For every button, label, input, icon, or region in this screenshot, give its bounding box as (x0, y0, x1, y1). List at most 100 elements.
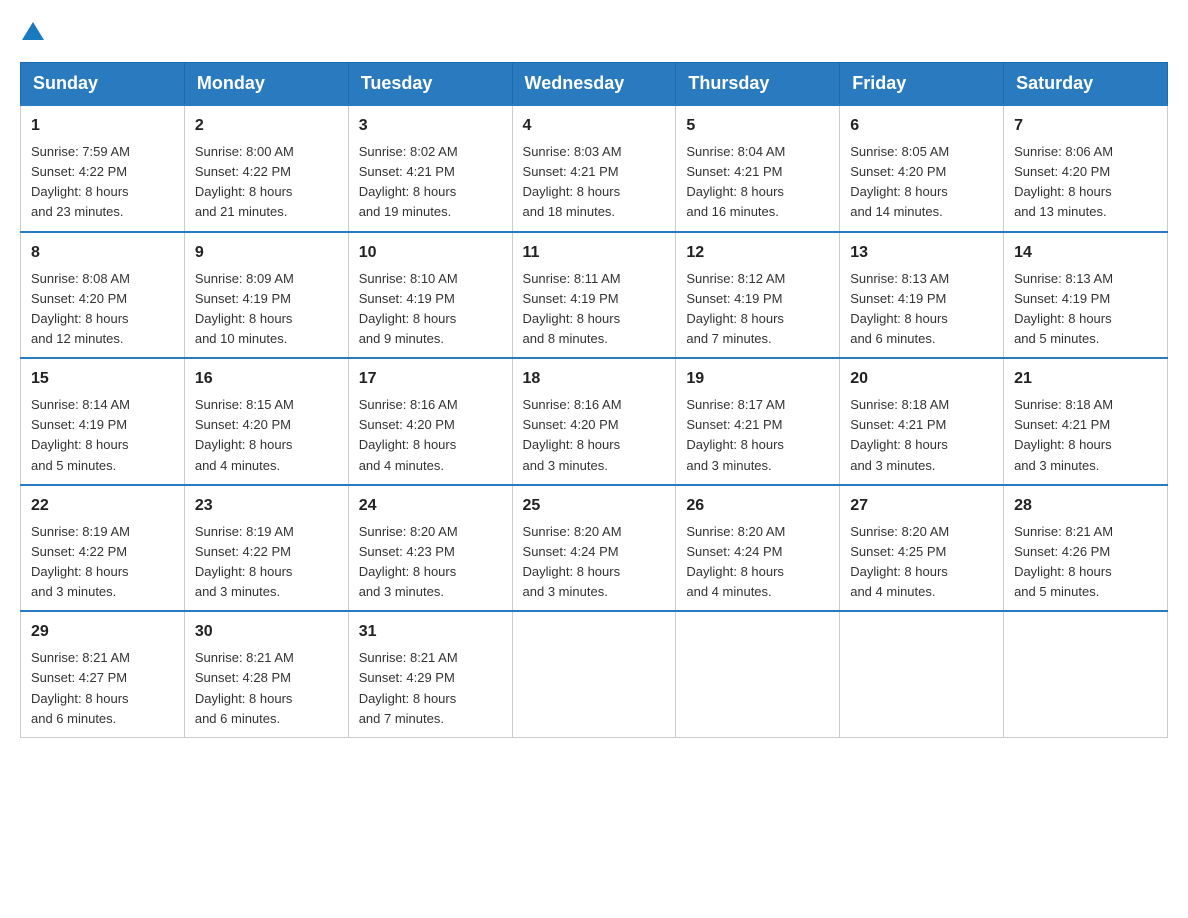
empty-cell (512, 611, 676, 737)
day-info: Sunrise: 8:11 AMSunset: 4:19 PMDaylight:… (523, 269, 666, 350)
day-number: 24 (359, 494, 502, 518)
day-cell-2: 2 Sunrise: 8:00 AMSunset: 4:22 PMDaylight… (184, 105, 348, 232)
day-info: Sunrise: 8:02 AMSunset: 4:21 PMDaylight:… (359, 142, 502, 223)
day-info: Sunrise: 8:18 AMSunset: 4:21 PMDaylight:… (850, 395, 993, 476)
day-number: 1 (31, 114, 174, 138)
day-info: Sunrise: 7:59 AMSunset: 4:22 PMDaylight:… (31, 142, 174, 223)
day-info: Sunrise: 8:21 AMSunset: 4:28 PMDaylight:… (195, 648, 338, 729)
calendar-table: SundayMondayTuesdayWednesdayThursdayFrid… (20, 62, 1168, 738)
page-header (20, 20, 1168, 42)
day-info: Sunrise: 8:17 AMSunset: 4:21 PMDaylight:… (686, 395, 829, 476)
day-number: 30 (195, 620, 338, 644)
day-info: Sunrise: 8:16 AMSunset: 4:20 PMDaylight:… (359, 395, 502, 476)
day-number: 9 (195, 241, 338, 265)
day-number: 7 (1014, 114, 1157, 138)
day-cell-23: 23 Sunrise: 8:19 AMSunset: 4:22 PMDayligh… (184, 485, 348, 612)
day-info: Sunrise: 8:21 AMSunset: 4:26 PMDaylight:… (1014, 522, 1157, 603)
day-info: Sunrise: 8:05 AMSunset: 4:20 PMDaylight:… (850, 142, 993, 223)
day-number: 27 (850, 494, 993, 518)
day-cell-4: 4 Sunrise: 8:03 AMSunset: 4:21 PMDaylight… (512, 105, 676, 232)
day-cell-25: 25Sunrise: 8:20 AMSunset: 4:24 PMDayligh… (512, 485, 676, 612)
day-number: 2 (195, 114, 338, 138)
day-info: Sunrise: 8:00 AMSunset: 4:22 PMDaylight:… (195, 142, 338, 223)
day-number: 14 (1014, 241, 1157, 265)
week-row-5: 29 Sunrise: 8:21 AMSunset: 4:27 PMDayligh… (21, 611, 1168, 737)
day-info: Sunrise: 8:15 AMSunset: 4:20 PMDaylight:… (195, 395, 338, 476)
week-row-4: 22Sunrise: 8:19 AMSunset: 4:22 PMDayligh… (21, 485, 1168, 612)
day-cell-15: 15 Sunrise: 8:14 AMSunset: 4:19 PMDayligh… (21, 358, 185, 485)
day-info: Sunrise: 8:08 AMSunset: 4:20 PMDaylight:… (31, 269, 174, 350)
weekday-header-tuesday: Tuesday (348, 63, 512, 106)
day-cell-12: 12Sunrise: 8:12 AMSunset: 4:19 PMDayligh… (676, 232, 840, 359)
day-number: 10 (359, 241, 502, 265)
weekday-header-friday: Friday (840, 63, 1004, 106)
weekday-header-thursday: Thursday (676, 63, 840, 106)
day-cell-20: 20 Sunrise: 8:18 AMSunset: 4:21 PMDayligh… (840, 358, 1004, 485)
day-info: Sunrise: 8:04 AMSunset: 4:21 PMDaylight:… (686, 142, 829, 223)
empty-cell (1004, 611, 1168, 737)
day-cell-16: 16 Sunrise: 8:15 AMSunset: 4:20 PMDayligh… (184, 358, 348, 485)
day-info: Sunrise: 8:03 AMSunset: 4:21 PMDaylight:… (523, 142, 666, 223)
day-cell-22: 22Sunrise: 8:19 AMSunset: 4:22 PMDayligh… (21, 485, 185, 612)
day-number: 12 (686, 241, 829, 265)
day-number: 20 (850, 367, 993, 391)
day-info: Sunrise: 8:20 AMSunset: 4:25 PMDaylight:… (850, 522, 993, 603)
day-number: 4 (523, 114, 666, 138)
day-info: Sunrise: 8:10 AMSunset: 4:19 PMDaylight:… (359, 269, 502, 350)
empty-cell (840, 611, 1004, 737)
weekday-header-monday: Monday (184, 63, 348, 106)
weekday-header-wednesday: Wednesday (512, 63, 676, 106)
day-info: Sunrise: 8:20 AMSunset: 4:24 PMDaylight:… (523, 522, 666, 603)
day-cell-11: 11 Sunrise: 8:11 AMSunset: 4:19 PMDayligh… (512, 232, 676, 359)
day-cell-3: 3Sunrise: 8:02 AMSunset: 4:21 PMDaylight… (348, 105, 512, 232)
day-cell-29: 29 Sunrise: 8:21 AMSunset: 4:27 PMDayligh… (21, 611, 185, 737)
day-info: Sunrise: 8:09 AMSunset: 4:19 PMDaylight:… (195, 269, 338, 350)
day-info: Sunrise: 8:14 AMSunset: 4:19 PMDaylight:… (31, 395, 174, 476)
day-number: 29 (31, 620, 174, 644)
day-cell-31: 31Sunrise: 8:21 AMSunset: 4:29 PMDayligh… (348, 611, 512, 737)
day-info: Sunrise: 8:19 AMSunset: 4:22 PMDaylight:… (31, 522, 174, 603)
day-number: 6 (850, 114, 993, 138)
day-number: 11 (523, 241, 666, 265)
day-number: 16 (195, 367, 338, 391)
logo-triangle-icon (22, 20, 44, 42)
weekday-header-saturday: Saturday (1004, 63, 1168, 106)
day-cell-30: 30 Sunrise: 8:21 AMSunset: 4:28 PMDayligh… (184, 611, 348, 737)
day-info: Sunrise: 8:20 AMSunset: 4:23 PMDaylight:… (359, 522, 502, 603)
day-number: 26 (686, 494, 829, 518)
day-cell-19: 19 Sunrise: 8:17 AMSunset: 4:21 PMDayligh… (676, 358, 840, 485)
day-info: Sunrise: 8:20 AMSunset: 4:24 PMDaylight:… (686, 522, 829, 603)
day-cell-17: 17 Sunrise: 8:16 AMSunset: 4:20 PMDayligh… (348, 358, 512, 485)
day-info: Sunrise: 8:13 AMSunset: 4:19 PMDaylight:… (850, 269, 993, 350)
day-info: Sunrise: 8:16 AMSunset: 4:20 PMDaylight:… (523, 395, 666, 476)
weekday-header-row: SundayMondayTuesdayWednesdayThursdayFrid… (21, 63, 1168, 106)
week-row-2: 8 Sunrise: 8:08 AMSunset: 4:20 PMDaylight… (21, 232, 1168, 359)
day-cell-28: 28 Sunrise: 8:21 AMSunset: 4:26 PMDayligh… (1004, 485, 1168, 612)
day-cell-10: 10 Sunrise: 8:10 AMSunset: 4:19 PMDayligh… (348, 232, 512, 359)
day-cell-8: 8 Sunrise: 8:08 AMSunset: 4:20 PMDaylight… (21, 232, 185, 359)
day-number: 5 (686, 114, 829, 138)
day-cell-6: 6 Sunrise: 8:05 AMSunset: 4:20 PMDaylight… (840, 105, 1004, 232)
day-number: 19 (686, 367, 829, 391)
day-number: 15 (31, 367, 174, 391)
weekday-header-sunday: Sunday (21, 63, 185, 106)
day-info: Sunrise: 8:06 AMSunset: 4:20 PMDaylight:… (1014, 142, 1157, 223)
empty-cell (676, 611, 840, 737)
day-cell-14: 14 Sunrise: 8:13 AMSunset: 4:19 PMDayligh… (1004, 232, 1168, 359)
day-number: 18 (523, 367, 666, 391)
day-info: Sunrise: 8:13 AMSunset: 4:19 PMDaylight:… (1014, 269, 1157, 350)
day-info: Sunrise: 8:19 AMSunset: 4:22 PMDaylight:… (195, 522, 338, 603)
logo (20, 20, 44, 42)
day-info: Sunrise: 8:18 AMSunset: 4:21 PMDaylight:… (1014, 395, 1157, 476)
day-cell-18: 18 Sunrise: 8:16 AMSunset: 4:20 PMDayligh… (512, 358, 676, 485)
week-row-3: 15 Sunrise: 8:14 AMSunset: 4:19 PMDayligh… (21, 358, 1168, 485)
day-cell-26: 26 Sunrise: 8:20 AMSunset: 4:24 PMDayligh… (676, 485, 840, 612)
day-info: Sunrise: 8:21 AMSunset: 4:27 PMDaylight:… (31, 648, 174, 729)
day-number: 28 (1014, 494, 1157, 518)
day-number: 23 (195, 494, 338, 518)
day-number: 17 (359, 367, 502, 391)
day-number: 8 (31, 241, 174, 265)
day-cell-13: 13Sunrise: 8:13 AMSunset: 4:19 PMDayligh… (840, 232, 1004, 359)
day-cell-24: 24 Sunrise: 8:20 AMSunset: 4:23 PMDayligh… (348, 485, 512, 612)
day-cell-1: 1 Sunrise: 7:59 AMSunset: 4:22 PMDaylight… (21, 105, 185, 232)
